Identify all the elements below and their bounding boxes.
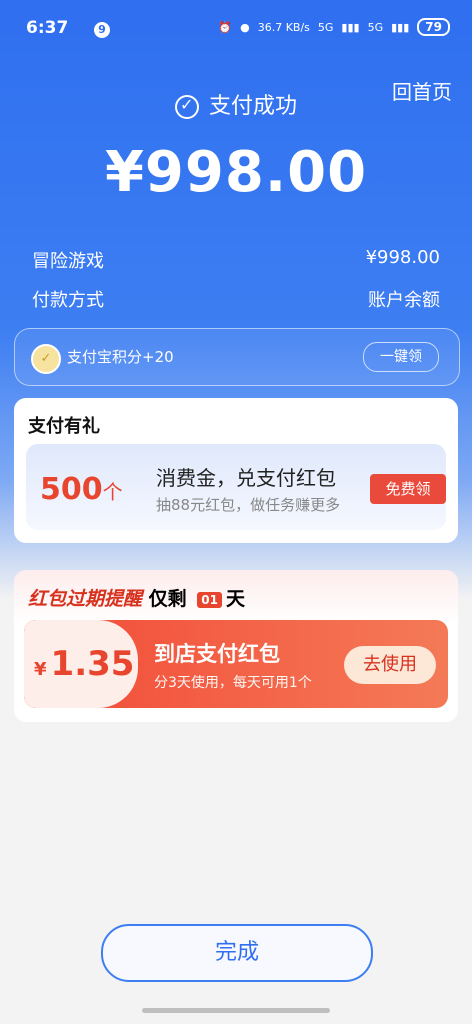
expire-reminder-card: 红包过期提醒 仅剩 01 天 ¥1.35 到店支付红包 分3天使用，每天可用1个 …: [14, 570, 458, 722]
signal-icon: ▮▮▮: [341, 20, 360, 34]
detail-label: 冒险游戏: [32, 251, 104, 272]
gift-count-unit: 个: [102, 480, 123, 504]
expire-header: 红包过期提醒 仅剩 01 天: [28, 584, 245, 611]
detail-value: ¥998.00: [365, 247, 440, 268]
status-icons: ⏰ ● 36.7 KB/s 5G ▮▮▮ 5G ▮▮▮ 79: [218, 18, 450, 36]
location-icon: ●: [240, 20, 250, 34]
coupon[interactable]: ¥1.35 到店支付红包 分3天使用，每天可用1个 去使用: [24, 620, 448, 708]
coupon-amount-value: 1.35: [50, 644, 135, 684]
check-circle-icon: [174, 95, 199, 119]
expire-title: 红包过期提醒: [28, 588, 143, 610]
payment-amount: ¥998.00: [104, 140, 368, 205]
status-time: 6:37: [26, 18, 69, 38]
alarm-icon: ⏰: [218, 20, 233, 34]
use-coupon-button[interactable]: 去使用: [344, 646, 436, 684]
home-indicator[interactable]: [142, 1008, 330, 1013]
gift-title: 消费金，兑支付红包: [156, 466, 336, 490]
net-speed: 36.7 KB/s: [257, 20, 310, 34]
gift-offer[interactable]: 500个 消费金，兑支付红包 抽88元红包，做任务赚更多 免费领: [26, 444, 446, 530]
coupon-name: 到店支付红包: [154, 642, 280, 666]
done-button[interactable]: 完成: [101, 924, 373, 982]
expire-days-badge: 01: [197, 591, 222, 608]
coupon-amount: ¥1.35: [34, 644, 134, 684]
claim-points-button[interactable]: 一键领: [363, 342, 439, 372]
expire-days-unit: 天: [225, 588, 245, 610]
signal-icon-2: ▮▮▮: [391, 20, 410, 34]
detail-row-method: 付款方式 账户余额: [32, 286, 440, 312]
detail-label: 付款方式: [32, 290, 104, 311]
gift-subtitle: 抽88元红包，做任务赚更多: [156, 496, 341, 514]
gift-card: 支付有礼 500个 消费金，兑支付红包 抽88元红包，做任务赚更多 免费领: [14, 398, 458, 543]
status-bar: 6:37 9 ⏰ ● 36.7 KB/s 5G ▮▮▮ 5G ▮▮▮ 79: [26, 14, 450, 46]
signal-2: 5G: [367, 20, 384, 34]
coupon-currency: ¥: [34, 659, 47, 680]
points-text: 支付宝积分+20: [67, 348, 174, 366]
free-claim-button[interactable]: 免费领: [370, 474, 446, 504]
signal-1: 5G: [317, 20, 334, 34]
expire-remaining: 仅剩: [148, 588, 187, 610]
detail-row-item: 冒险游戏 ¥998.00: [32, 247, 440, 273]
gift-count-value: 500: [40, 472, 103, 507]
points-banner: ✓ 支付宝积分+20 一键领: [14, 328, 460, 386]
page-title: 支付成功: [0, 88, 472, 120]
coupon-desc: 分3天使用，每天可用1个: [154, 675, 312, 691]
title-text: 支付成功: [208, 94, 297, 119]
coupon-amount-panel: ¥1.35: [24, 620, 138, 708]
gift-count: 500个: [40, 472, 123, 507]
gift-header: 支付有礼: [28, 416, 100, 437]
detail-value: 账户余额: [368, 290, 440, 311]
battery-icon: 79: [417, 18, 450, 36]
notification-badge: 9: [94, 22, 110, 38]
points-coin-icon: ✓: [31, 344, 61, 374]
